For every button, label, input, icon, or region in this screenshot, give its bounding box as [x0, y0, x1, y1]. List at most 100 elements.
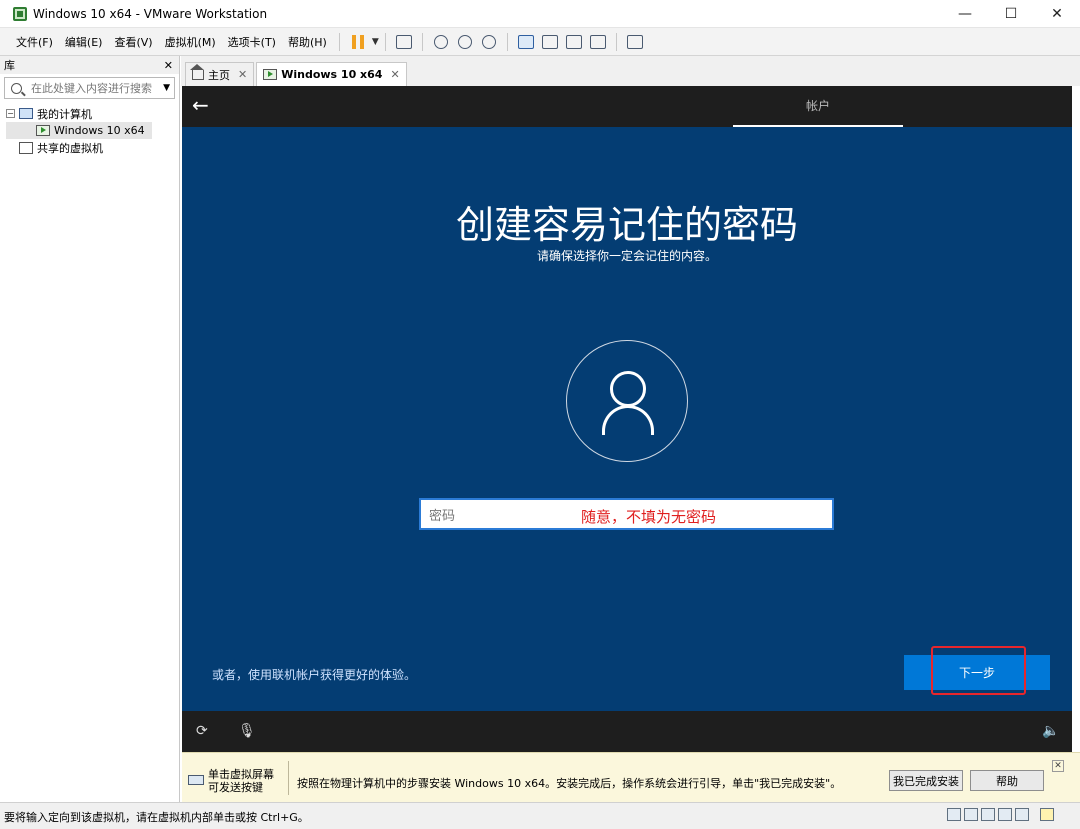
password-placeholder: 密码: [429, 508, 456, 524]
menu-vm[interactable]: 虚拟机(M): [159, 34, 222, 50]
library-header: 库 ✕: [0, 56, 179, 74]
tree-label: Windows 10 x64: [54, 124, 145, 137]
status-text: 要将输入定向到该虚拟机，请在虚拟机内部单击或按 Ctrl+G。: [4, 811, 309, 824]
help-button[interactable]: 帮助: [970, 770, 1044, 791]
message-log-icon[interactable]: [1040, 808, 1054, 821]
maximize-button[interactable]: ☐: [988, 0, 1034, 28]
search-icon: [11, 82, 22, 94]
network-icon: [395, 34, 412, 49]
close-icon[interactable]: ✕: [1052, 760, 1064, 772]
chevron-down-icon[interactable]: ▼: [372, 37, 379, 47]
toolbar-separator: [615, 32, 617, 51]
tree-label: 共享的虚拟机: [37, 141, 103, 155]
tab-label: 主页: [208, 68, 230, 82]
page-subtitle: 请确保选择你一定会记住的内容。: [536, 249, 717, 263]
menu-help[interactable]: 帮助(H): [282, 34, 333, 50]
tree-item-shared[interactable]: 共享的虚拟机: [6, 139, 179, 156]
send-ctrl-alt-del-button[interactable]: [393, 31, 415, 53]
menu-view[interactable]: 查看(V): [108, 34, 158, 50]
online-account-link[interactable]: 或者，使用联机帐户获得更好的体验。: [212, 666, 416, 683]
full-screen-button[interactable]: [563, 31, 585, 53]
divider: [288, 761, 289, 795]
back-arrow-icon[interactable]: ←: [192, 93, 209, 117]
microphone-icon[interactable]: 🎙: [238, 723, 256, 739]
oobe-bottom-bar: ⟳ 🎙 🔈: [182, 711, 1072, 752]
console-view-button[interactable]: [624, 31, 646, 53]
library-close-icon[interactable]: ✕: [164, 59, 173, 72]
tab-label: Windows 10 x64: [281, 68, 383, 81]
snapshot-icon: [433, 34, 448, 49]
install-info-bar: 单击虚拟屏幕 可发送按键 按照在物理计算机中的步骤安装 Windows 10 x…: [182, 752, 1080, 802]
fullscreen-icon: [565, 34, 582, 49]
library-panel: 库 ✕ 在此处键入内容进行搜索 ▼ − 我的计算机 Windows 10 x64…: [0, 56, 180, 802]
ease-of-access-icon[interactable]: ⟳: [196, 723, 208, 739]
cd-rom-icon[interactable]: [964, 808, 978, 821]
library-tree: − 我的计算机 Windows 10 x64 共享的虚拟机: [0, 105, 179, 156]
library-search-placeholder: 在此处键入内容进行搜索: [31, 82, 152, 95]
tab-windows-10[interactable]: Windows 10 x64 ✕: [256, 62, 407, 86]
collapse-icon[interactable]: −: [6, 109, 15, 118]
click-hint: 单击虚拟屏幕 可发送按键: [208, 768, 274, 794]
vmware-app-icon: [13, 6, 27, 21]
thumbnail-icon: [541, 34, 558, 49]
tab-strip: 主页 ✕ Windows 10 x64 ✕: [181, 56, 1080, 86]
tab-close-icon[interactable]: ✕: [390, 68, 399, 81]
annotation-text: 随意，不填为无密码: [581, 508, 717, 526]
snapshot-manager-icon: [481, 34, 496, 49]
shared-vm-icon: [19, 141, 33, 154]
user-avatar-icon: [566, 340, 688, 462]
pause-button[interactable]: [347, 31, 369, 53]
hard-disk-icon[interactable]: [947, 808, 961, 821]
tab-home[interactable]: 主页 ✕: [185, 62, 255, 86]
vm-icon: [36, 125, 50, 136]
page-title: 创建容易记住的密码: [455, 203, 798, 247]
menu-edit[interactable]: 编辑(E): [59, 34, 109, 50]
computer-icon: [19, 108, 33, 119]
menu-tabs[interactable]: 选项卡(T): [222, 34, 282, 50]
device-icons: [947, 808, 1054, 821]
library-title: 库: [4, 59, 15, 72]
unity-button[interactable]: [587, 31, 609, 53]
volume-icon[interactable]: 🔈: [1042, 723, 1059, 739]
tree-item-my-computer[interactable]: − 我的计算机: [6, 105, 179, 122]
pause-icon: [351, 34, 364, 49]
tab-close-icon[interactable]: ✕: [238, 68, 247, 81]
show-library-button[interactable]: [515, 31, 537, 53]
toolbar-separator: [384, 32, 386, 51]
revert-icon: [457, 34, 472, 49]
snapshot-manager-button[interactable]: [478, 31, 500, 53]
sound-icon[interactable]: [1015, 808, 1029, 821]
install-message: 按照在物理计算机中的步骤安装 Windows 10 x64。安装完成后，操作系统…: [297, 777, 842, 790]
thumbnail-bar-button[interactable]: [539, 31, 561, 53]
window-controls: — ☐ ✕: [942, 0, 1080, 28]
menu-bar: 文件(F) 编辑(E) 查看(V) 虚拟机(M) 选项卡(T) 帮助(H) ▼: [0, 28, 1080, 56]
password-input[interactable]: 密码 随意，不填为无密码: [419, 498, 834, 530]
window-title: Windows 10 x64 - VMware Workstation: [33, 6, 268, 21]
close-button[interactable]: ✕: [1034, 0, 1080, 28]
annotation-highlight-box: [931, 646, 1026, 695]
keyboard-icon: [188, 775, 204, 785]
unity-icon: [589, 34, 606, 49]
oobe-top-bar: ← 帐户: [182, 86, 1072, 127]
status-bar: 要将输入定向到该虚拟机，请在虚拟机内部单击或按 Ctrl+G。: [0, 802, 1080, 829]
vm-screen[interactable]: ← 帐户 创建容易记住的密码 请确保选择你一定会记住的内容。 密码 随意，不填为…: [182, 86, 1072, 752]
vm-icon: [263, 69, 278, 80]
menu-file[interactable]: 文件(F): [10, 34, 59, 50]
console-view-icon: [626, 34, 643, 49]
toolbar-separator: [421, 32, 423, 51]
home-icon: [190, 63, 204, 80]
usb-icon[interactable]: [998, 808, 1012, 821]
chevron-down-icon[interactable]: ▼: [163, 83, 170, 93]
library-search-input[interactable]: 在此处键入内容进行搜索 ▼: [4, 77, 175, 99]
library-view-icon: [517, 34, 534, 49]
oobe-section-tab: 帐户: [733, 86, 903, 127]
snapshot-button[interactable]: [430, 31, 452, 53]
done-installing-button[interactable]: 我已完成安装: [889, 770, 963, 791]
revert-snapshot-button[interactable]: [454, 31, 476, 53]
minimize-button[interactable]: —: [942, 0, 988, 28]
network-adapter-icon[interactable]: [981, 808, 995, 821]
tree-label: 我的计算机: [37, 107, 92, 121]
title-bar: Windows 10 x64 - VMware Workstation — ☐ …: [0, 0, 1080, 28]
toolbar-separator: [338, 32, 340, 51]
tree-item-vm[interactable]: Windows 10 x64: [6, 122, 152, 139]
